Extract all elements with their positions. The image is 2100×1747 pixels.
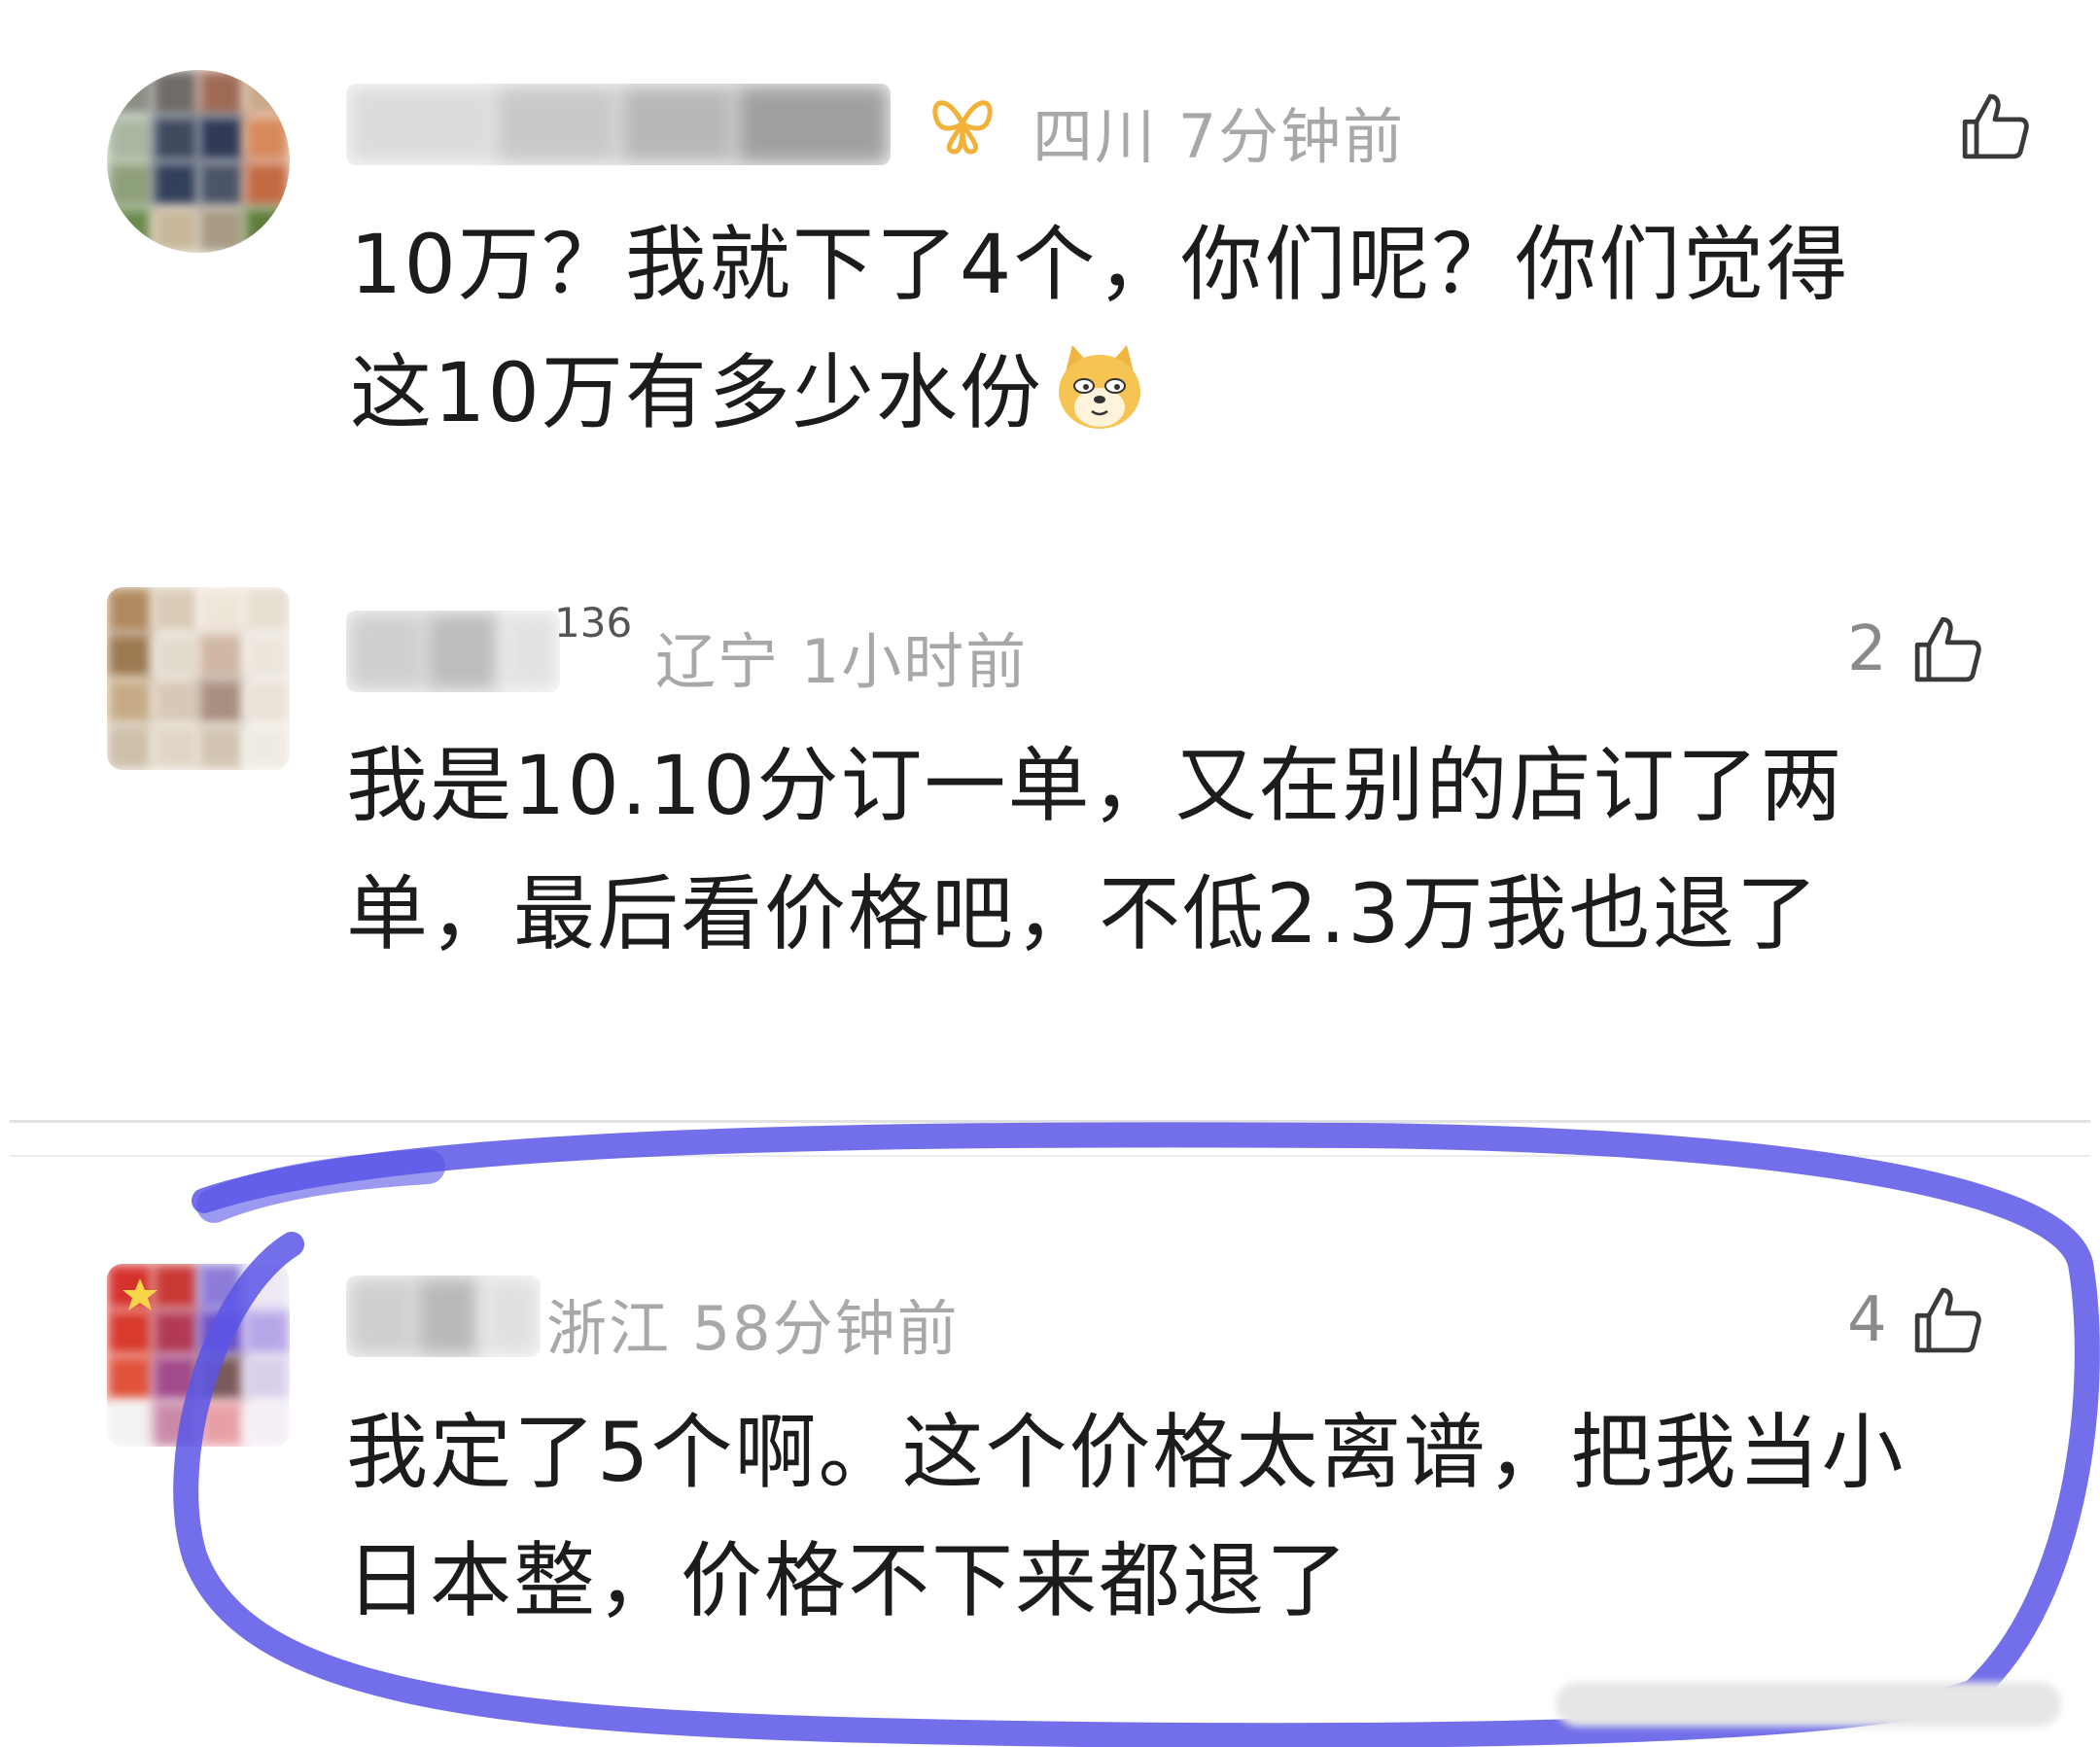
watermark-redacted: [1556, 1682, 2061, 1727]
like-button[interactable]: 2: [1847, 612, 1984, 686]
star-icon: [122, 1278, 158, 1310]
thumbs-up-icon: [1962, 93, 2029, 159]
avatar[interactable]: [107, 1264, 290, 1447]
thumbs-up-icon: [1914, 616, 1981, 682]
comment-location: 辽宁: [655, 626, 781, 697]
divider: [10, 1155, 2090, 1157]
comment-body: 10万？我就下了4个，你们呢？你们觉得 这10万有多少水份: [350, 200, 1849, 457]
username-redacted[interactable]: [346, 611, 560, 692]
comment-body: 我是10.10分订一单，又在别的店订了两 单，最后看价格吧，不低2.3万我也退了: [346, 721, 1843, 978]
comment-line: 10万？我就下了4个，你们呢？你们觉得: [350, 217, 1850, 312]
like-button[interactable]: 4: [1847, 1283, 1984, 1357]
comment-location: 浙江: [546, 1293, 672, 1364]
comment-time: 58分钟前: [691, 1293, 960, 1364]
comment-line: 日本整，价格不下来都退了: [346, 1533, 1350, 1628]
comment-meta: 四川 7分钟前: [1032, 87, 1405, 175]
comment-line: 这10万有多少水份: [350, 329, 1849, 457]
comment-screenshot: 四川 7分钟前 10万？我就下了4个，你们呢？你们觉得 这10万有多少水份 13…: [0, 0, 2100, 1747]
like-button[interactable]: [1935, 89, 2032, 163]
divider: [10, 1120, 2090, 1123]
comment-meta: 辽宁 1小时前: [655, 612, 1028, 700]
comment-line-text: 这10万有多少水份: [350, 345, 1043, 440]
avatar[interactable]: [107, 587, 290, 770]
doge-emoji-icon: [1058, 345, 1140, 429]
username-redacted[interactable]: [346, 84, 891, 165]
comment-line: 我是10.10分订一单，又在别的店订了两: [346, 738, 1844, 833]
comment-line: 我定了5个啊。这个价格太离谱，把我当小: [346, 1405, 1906, 1500]
butterfly-icon: [932, 100, 993, 155]
comment-time: 1小时前: [800, 626, 1029, 697]
like-count: 2: [1847, 613, 1887, 685]
like-count: 4: [1847, 1284, 1887, 1356]
comment-body: 我定了5个啊。这个价格太离谱，把我当小 日本整，价格不下来都退了: [346, 1388, 1905, 1645]
thumbs-up-icon: [1914, 1287, 1981, 1353]
comment-meta: 浙江 58分钟前: [546, 1279, 960, 1367]
comment-line: 单，最后看价格吧，不低2.3万我也退了: [346, 866, 1820, 961]
username-redacted[interactable]: [346, 1275, 541, 1357]
username-suffix: 136: [554, 599, 633, 646]
avatar[interactable]: [107, 70, 290, 253]
comment-time: 7分钟前: [1177, 101, 1406, 172]
comment-location: 四川: [1032, 101, 1158, 172]
